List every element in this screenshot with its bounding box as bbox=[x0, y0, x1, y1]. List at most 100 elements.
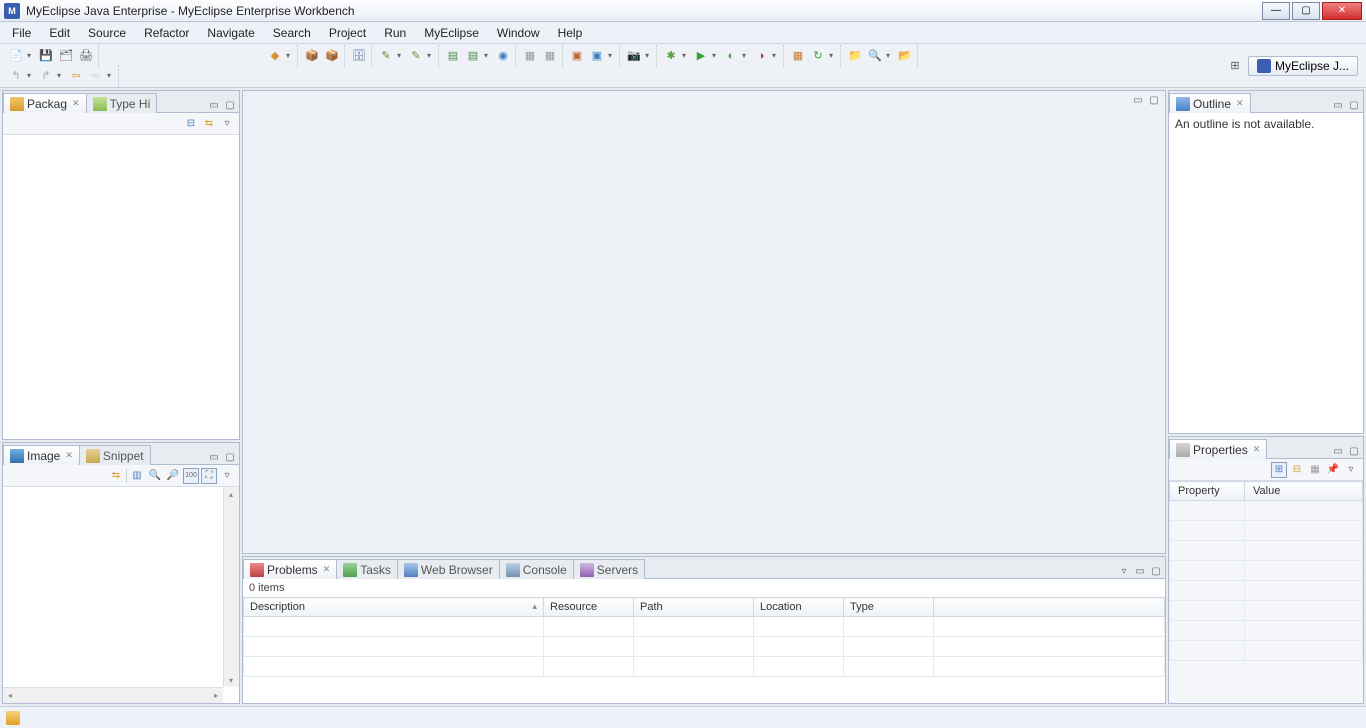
gift-icon[interactable]: ▦ bbox=[789, 47, 807, 65]
menu-file[interactable]: File bbox=[4, 24, 39, 42]
tool-icon[interactable]: ▦ bbox=[521, 47, 539, 65]
menu-myeclipse[interactable]: MyEclipse bbox=[416, 24, 487, 42]
collapse-all-icon[interactable]: ⊟ bbox=[183, 116, 199, 132]
package-icon[interactable]: 📦 bbox=[323, 47, 341, 65]
perspective-myeclipse-java[interactable]: MyEclipse J... bbox=[1248, 56, 1358, 76]
new-project-icon[interactable]: ◆ bbox=[266, 47, 284, 65]
print-icon[interactable]: 🖨 bbox=[77, 47, 95, 65]
dropdown-icon[interactable]: ▾ bbox=[886, 51, 894, 60]
zoom-fit-icon[interactable]: ⛶ bbox=[201, 468, 217, 484]
maximize-view-icon[interactable]: ▢ bbox=[1147, 93, 1161, 107]
maximize-view-icon[interactable]: ▢ bbox=[223, 98, 237, 112]
tab-web-browser[interactable]: Web Browser bbox=[397, 559, 500, 579]
back-icon[interactable]: ⇦ bbox=[67, 67, 85, 85]
run-icon[interactable]: ▶ bbox=[692, 47, 710, 65]
tab-image[interactable]: Image✕ bbox=[3, 445, 80, 465]
minimize-view-icon[interactable]: ▭ bbox=[1131, 93, 1145, 107]
search-icon[interactable]: 🔍 bbox=[866, 47, 884, 65]
table-row[interactable] bbox=[1170, 541, 1363, 561]
dropdown-icon[interactable]: ▾ bbox=[484, 51, 492, 60]
defaults-icon[interactable]: ▦ bbox=[1307, 462, 1323, 478]
server-icon[interactable]: ▤ bbox=[444, 47, 462, 65]
nav-fwd-icon[interactable]: ↱ bbox=[37, 67, 55, 85]
table-row[interactable] bbox=[1170, 601, 1363, 621]
table-row[interactable] bbox=[1170, 581, 1363, 601]
table-row[interactable] bbox=[244, 637, 1165, 657]
col-location[interactable]: Location bbox=[754, 598, 844, 617]
menu-run[interactable]: Run bbox=[376, 24, 414, 42]
dropdown-icon[interactable]: ▾ bbox=[829, 51, 837, 60]
view-menu-icon[interactable]: ▿ bbox=[1343, 462, 1359, 478]
tab-servers[interactable]: Servers bbox=[573, 559, 645, 579]
zoom-out-icon[interactable]: 🔍 bbox=[147, 468, 163, 484]
minimize-view-icon[interactable]: ▭ bbox=[207, 98, 221, 112]
camera-icon[interactable]: 📷 bbox=[625, 47, 643, 65]
link-editor-icon[interactable]: ⇆ bbox=[201, 116, 217, 132]
maximize-view-icon[interactable]: ▢ bbox=[1149, 564, 1163, 578]
editor-area[interactable]: ▭▢ bbox=[242, 90, 1166, 554]
tool-icon[interactable]: ▦ bbox=[541, 47, 559, 65]
maximize-view-icon[interactable]: ▢ bbox=[223, 450, 237, 464]
table-row[interactable] bbox=[244, 617, 1165, 637]
table-row[interactable] bbox=[1170, 521, 1363, 541]
menu-window[interactable]: Window bbox=[489, 24, 548, 42]
dropdown-icon[interactable]: ▾ bbox=[608, 51, 616, 60]
dropdown-icon[interactable]: ▾ bbox=[27, 51, 35, 60]
save-icon[interactable]: 💾 bbox=[37, 47, 55, 65]
properties-table[interactable]: Property Value bbox=[1169, 481, 1363, 661]
folder-icon[interactable]: 📂 bbox=[896, 47, 914, 65]
new-wizard-icon[interactable]: 📄 bbox=[7, 47, 25, 65]
tab-outline[interactable]: Outline✕ bbox=[1169, 93, 1251, 113]
col-value[interactable]: Value bbox=[1245, 482, 1363, 501]
debug-icon[interactable]: ✱ bbox=[662, 47, 680, 65]
maximize-button[interactable]: ▢ bbox=[1292, 2, 1320, 20]
menu-edit[interactable]: Edit bbox=[41, 24, 78, 42]
menu-project[interactable]: Project bbox=[321, 24, 374, 42]
view-menu-icon[interactable]: ▿ bbox=[1117, 564, 1131, 578]
package-icon[interactable]: 📦 bbox=[303, 47, 321, 65]
dropdown-icon[interactable]: ▾ bbox=[397, 51, 405, 60]
dropdown-icon[interactable]: ▾ bbox=[772, 51, 780, 60]
maximize-view-icon[interactable]: ▢ bbox=[1347, 444, 1361, 458]
menu-refactor[interactable]: Refactor bbox=[136, 24, 197, 42]
globe-icon[interactable]: ◉ bbox=[494, 47, 512, 65]
menu-navigate[interactable]: Navigate bbox=[199, 24, 262, 42]
run-ext-icon[interactable]: ◑ bbox=[752, 47, 770, 65]
dropdown-icon[interactable]: ▾ bbox=[427, 51, 435, 60]
minimize-button[interactable]: — bbox=[1262, 2, 1290, 20]
minimize-view-icon[interactable]: ▭ bbox=[1133, 564, 1147, 578]
package-tree[interactable] bbox=[3, 135, 239, 439]
tab-console[interactable]: Console bbox=[499, 559, 574, 579]
dropdown-icon[interactable]: ▾ bbox=[712, 51, 720, 60]
close-icon[interactable]: ✕ bbox=[323, 564, 331, 575]
fwd-icon[interactable]: ⇨ bbox=[87, 67, 105, 85]
close-icon[interactable]: ✕ bbox=[1236, 98, 1244, 109]
tab-tasks[interactable]: Tasks bbox=[336, 559, 398, 579]
run-ext-icon[interactable]: ◐ bbox=[722, 47, 740, 65]
tab-problems[interactable]: Problems✕ bbox=[243, 559, 337, 579]
menu-search[interactable]: Search bbox=[265, 24, 319, 42]
tab-type-hierarchy[interactable]: Type Hi bbox=[86, 93, 158, 113]
view-menu-icon[interactable]: ▿ bbox=[219, 468, 235, 484]
table-row[interactable] bbox=[244, 657, 1165, 677]
dropdown-icon[interactable]: ▾ bbox=[27, 71, 35, 80]
tab-properties[interactable]: Properties✕ bbox=[1169, 439, 1267, 459]
maximize-view-icon[interactable]: ▢ bbox=[1347, 98, 1361, 112]
scrollbar-horizontal[interactable]: ◂▸ bbox=[3, 687, 223, 703]
menu-help[interactable]: Help bbox=[550, 24, 591, 42]
db-icon[interactable]: 🗄 bbox=[350, 47, 368, 65]
dropdown-icon[interactable]: ▾ bbox=[645, 51, 653, 60]
table-row[interactable] bbox=[1170, 501, 1363, 521]
dropdown-icon[interactable]: ▾ bbox=[742, 51, 750, 60]
status-icon[interactable] bbox=[6, 711, 20, 725]
link-icon[interactable]: ⇆ bbox=[108, 468, 124, 484]
col-type[interactable]: Type bbox=[844, 598, 934, 617]
dropdown-icon[interactable]: ▾ bbox=[57, 71, 65, 80]
fit-icon[interactable]: ▥ bbox=[129, 468, 145, 484]
minimize-view-icon[interactable]: ▭ bbox=[1331, 444, 1345, 458]
categories-icon[interactable]: ⊞ bbox=[1271, 462, 1287, 478]
pin-icon[interactable]: 📌 bbox=[1325, 462, 1341, 478]
wand-icon[interactable]: ✎ bbox=[377, 47, 395, 65]
table-row[interactable] bbox=[1170, 621, 1363, 641]
col-resource[interactable]: Resource bbox=[544, 598, 634, 617]
